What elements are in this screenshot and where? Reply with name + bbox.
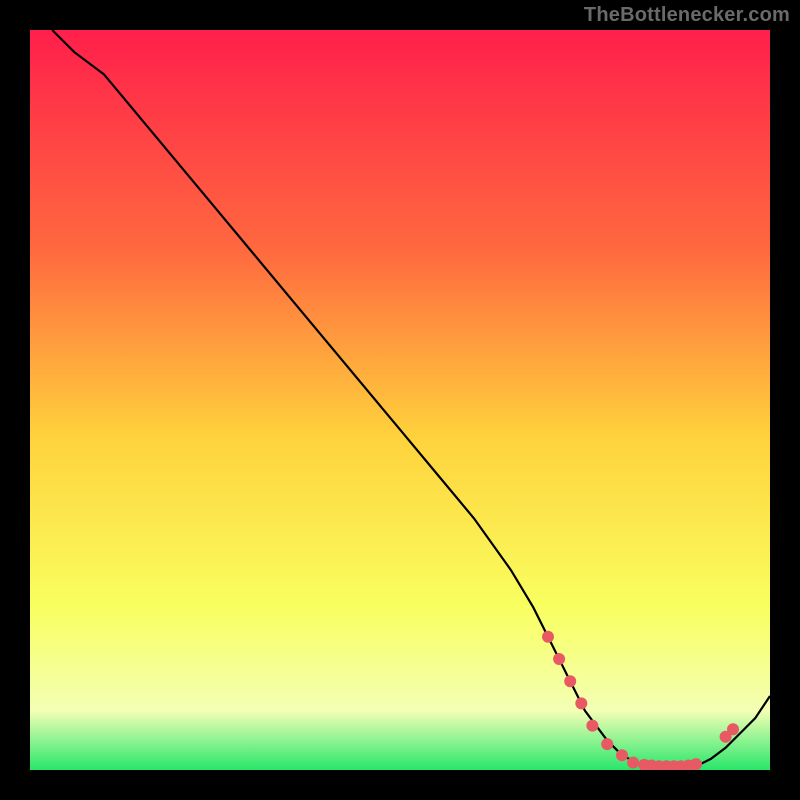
- chart-plot-area: [30, 30, 770, 770]
- marker-dot: [690, 758, 702, 770]
- marker-dot: [542, 631, 554, 643]
- marker-dot: [553, 653, 565, 665]
- attribution-label: TheBottlenecker.com: [584, 4, 790, 27]
- marker-dot: [616, 749, 628, 761]
- chart-frame: TheBottlenecker.com: [0, 0, 800, 800]
- marker-dot: [601, 738, 613, 750]
- marker-dot: [564, 675, 576, 687]
- marker-dot: [627, 757, 639, 769]
- marker-dot: [727, 723, 739, 735]
- marker-dot: [575, 697, 587, 709]
- chart-background: [30, 30, 770, 770]
- chart-svg: [30, 30, 770, 770]
- marker-dot: [586, 720, 598, 732]
